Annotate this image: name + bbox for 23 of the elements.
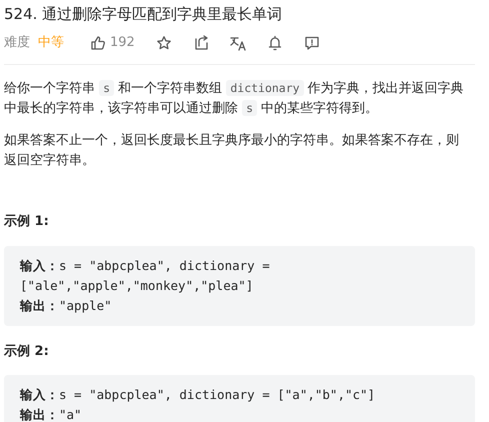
thumbs-up-icon[interactable]	[90, 35, 106, 51]
star-icon[interactable]	[156, 35, 172, 51]
problem-title: 524. 通过删除字母匹配到字典里最长单词	[4, 4, 284, 24]
difficulty-level: 中等	[38, 34, 64, 52]
feedback-icon[interactable]	[304, 35, 320, 51]
example-heading: 示例 2:	[4, 342, 50, 360]
share-icon[interactable]	[192, 35, 209, 51]
io-label: 输出：	[20, 296, 59, 314]
bell-icon[interactable]	[266, 35, 283, 51]
translate-icon[interactable]	[230, 35, 246, 51]
io-value: "apple"	[59, 296, 112, 315]
io-value: s = "abpcplea", dictionary = ["a","b","c"]	[59, 386, 376, 404]
io-label: 输入：	[20, 386, 59, 404]
example-heading: 示例 1:	[4, 213, 50, 231]
io-value: "a"	[59, 406, 82, 422]
io-label: 输入：	[20, 256, 59, 274]
difficulty-label: 难度	[4, 34, 30, 52]
io-label: 输出：	[20, 406, 59, 422]
like-count: 192	[110, 34, 135, 52]
io-value: s = "abpcplea", dictionary =	[59, 256, 270, 275]
description-paragraph: 给你一个字符串 s 和一个字符串数组 dictionary 作为字典，找出并返回字典中最长的字符串，该字符串可以通过删除 s 中的某些字符得到。	[4, 79, 465, 118]
io-value: ["ale","apple","monkey","plea"]	[20, 276, 254, 295]
description-paragraph: 如果答案不止一个，返回长度最长且字典序最小的字符串。如果答案不存在，则返回空字符串。	[4, 132, 460, 170]
